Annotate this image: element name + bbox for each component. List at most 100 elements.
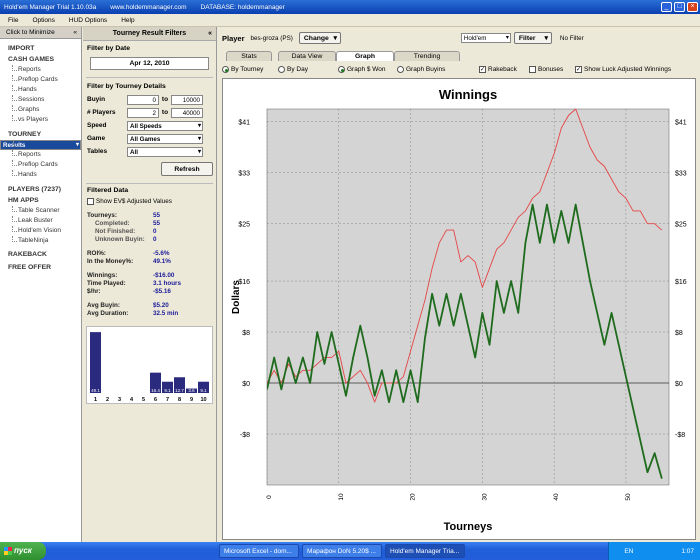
nav-tableninja[interactable]: TableNinja (0, 236, 81, 246)
by-day-option[interactable]: By Day (278, 66, 334, 74)
collapse-panel-icon[interactable]: « (208, 27, 212, 41)
luck-adjusted-option[interactable]: ✓ Show Luck Adjusted Winnings (575, 66, 671, 74)
nav-import[interactable]: IMPORT (0, 43, 81, 54)
menu-hud-options[interactable]: HUD Options (69, 17, 107, 24)
graph-won-radio[interactable] (338, 66, 345, 74)
change-player-label: Change (303, 35, 329, 42)
game-row: Game All Games (83, 132, 216, 145)
game-type-select[interactable]: Hold'em (460, 33, 511, 43)
show-ev-checkbox[interactable] (87, 197, 94, 205)
chevron-left-icon: « (73, 29, 77, 36)
y-tick-label-right: $0 (675, 381, 683, 388)
histogram-category-label: 9 (190, 397, 193, 403)
taskbar-task-marathon[interactable]: Марафон DoN 5.20$ ... (302, 544, 382, 558)
nav-tourney-preflop-cards[interactable]: Preflop Cards (0, 160, 81, 170)
speed-select[interactable]: All Speeds (127, 120, 203, 131)
bonuses-checkbox[interactable] (529, 66, 536, 74)
tab-graph[interactable]: Graph (336, 51, 394, 61)
by-tourney-option[interactable]: By Tourney (222, 66, 274, 74)
bonuses-option[interactable]: Bonuses (529, 66, 571, 74)
menu-help[interactable]: Help (121, 17, 134, 24)
graph-buyins-radio[interactable] (397, 66, 404, 74)
histogram-category-label: 4 (130, 397, 134, 403)
graph-buyins-option[interactable]: Graph Buyins (397, 66, 475, 74)
tab-data-view[interactable]: Data View (278, 51, 336, 61)
y-tick-label-right: $25 (675, 222, 687, 229)
game-select[interactable]: All Games (127, 133, 203, 144)
buyin-min-input[interactable]: 0 (127, 94, 159, 105)
histogram-bar-label: 16.4 (151, 388, 160, 393)
y-tick-label-left: $33 (238, 171, 250, 178)
nav-tourney-reports[interactable]: Reports (0, 150, 81, 160)
maximize-window-button[interactable]: □ (674, 2, 685, 12)
speed-row: Speed All Speeds (83, 119, 216, 132)
filter-button[interactable]: Filter ▾ (513, 32, 552, 44)
x-axis-label: Tourneys (444, 521, 493, 533)
view-tabs: Stats Data View Graph Trending (218, 49, 700, 61)
show-ev-row[interactable]: Show EV$ Adjusted Values (83, 197, 216, 207)
nav-tourney-hands[interactable]: Hands (0, 170, 81, 180)
close-window-button[interactable]: × (687, 2, 698, 12)
not-finished-value: 0 (153, 228, 157, 235)
refresh-button[interactable]: Refresh (161, 162, 213, 176)
tables-select[interactable]: All (127, 146, 203, 157)
rakeback-checkbox[interactable]: ✓ (479, 66, 486, 74)
histogram-bar-label: 49.1 (91, 388, 100, 393)
change-player-button[interactable]: Change ▾ (298, 32, 341, 44)
y-tick-label-left: $8 (242, 330, 250, 337)
roi-value: -5.6% (153, 250, 170, 257)
y-tick-label-right: $8 (675, 330, 683, 337)
taskbar-task-excel[interactable]: Microsoft Excel - dom... (219, 544, 299, 558)
winnings-key: Winnings: (87, 272, 118, 279)
graph-won-option[interactable]: Graph $ Won (338, 66, 393, 74)
nav-cash-graphs[interactable]: Graphs (0, 105, 81, 115)
tourneys-value: 55 (153, 212, 161, 219)
nav-cash-games[interactable]: CASH GAMES (0, 54, 81, 65)
histogram-bar-label: 3.6 (188, 388, 195, 393)
completed-value: 55 (153, 220, 161, 227)
date-filter-button[interactable]: Apr 12, 2010 (90, 57, 209, 70)
players-min-input[interactable]: 2 (127, 107, 159, 118)
buyin-max-input[interactable]: 10000 (171, 94, 203, 105)
menu-options[interactable]: Options (32, 17, 54, 24)
rakeback-label: Rakeback (488, 66, 517, 74)
nav-cash-hands[interactable]: Hands (0, 85, 81, 95)
buyin-to-label: to (161, 96, 169, 103)
players-max-input[interactable]: 40000 (171, 107, 203, 118)
nav-players[interactable]: PLAYERS (7237) (0, 184, 81, 195)
by-day-radio[interactable] (278, 66, 285, 74)
filter-panel-header: Tourney Result Filters « (83, 27, 216, 41)
nav-hm-apps[interactable]: HM APPS (0, 195, 81, 206)
x-tick-label: 0 (266, 495, 273, 499)
taskbar-task-holdem-manager[interactable]: Hold'em Manager Tria... (385, 544, 465, 558)
nav-leak-buster[interactable]: Leak Buster (0, 216, 81, 226)
nav-cash-sessions[interactable]: Sessions (0, 95, 81, 105)
players-to-label: to (161, 109, 169, 116)
histogram-bar-label: 9.1 (200, 388, 207, 393)
nav-tourney[interactable]: TOURNEY (0, 129, 81, 140)
rakeback-option[interactable]: ✓ Rakeback (479, 66, 525, 74)
minimize-nav-button[interactable]: Click to Minimize « (0, 27, 81, 39)
nav-tourney-results[interactable]: Results (0, 140, 81, 150)
nav-holdem-vision[interactable]: Hold'em Vision (0, 226, 81, 236)
nav-cash-preflop-cards[interactable]: Preflop Cards (0, 75, 81, 85)
winnings-value: -$16.00 (153, 272, 175, 279)
start-button[interactable]: пуск (0, 542, 46, 560)
nav-free-offer[interactable]: FREE OFFER (0, 262, 81, 273)
left-navigation: Click to Minimize « IMPORT CASH GAMES Re… (0, 27, 82, 542)
x-tick-label: 40 (553, 493, 560, 501)
language-indicator[interactable]: EN (624, 548, 633, 555)
nav-cash-reports[interactable]: Reports (0, 65, 81, 75)
nav-table-scanner[interactable]: Table Scanner (0, 206, 81, 216)
nav-rakeback[interactable]: RAKEBACK (0, 249, 81, 260)
by-tourney-radio[interactable] (222, 66, 229, 74)
tab-stats[interactable]: Stats (226, 51, 272, 61)
nav-cash-vs-players[interactable]: vs Players (0, 115, 81, 125)
luck-adjusted-checkbox[interactable]: ✓ (575, 66, 582, 74)
speed-label: Speed (87, 122, 107, 129)
tab-trending[interactable]: Trending (394, 51, 460, 61)
players-row: # Players 2 to 40000 (83, 106, 216, 119)
minimize-window-button[interactable]: _ (661, 2, 672, 12)
histogram-category-label: 6 (154, 397, 157, 403)
menu-file[interactable]: File (8, 17, 18, 24)
